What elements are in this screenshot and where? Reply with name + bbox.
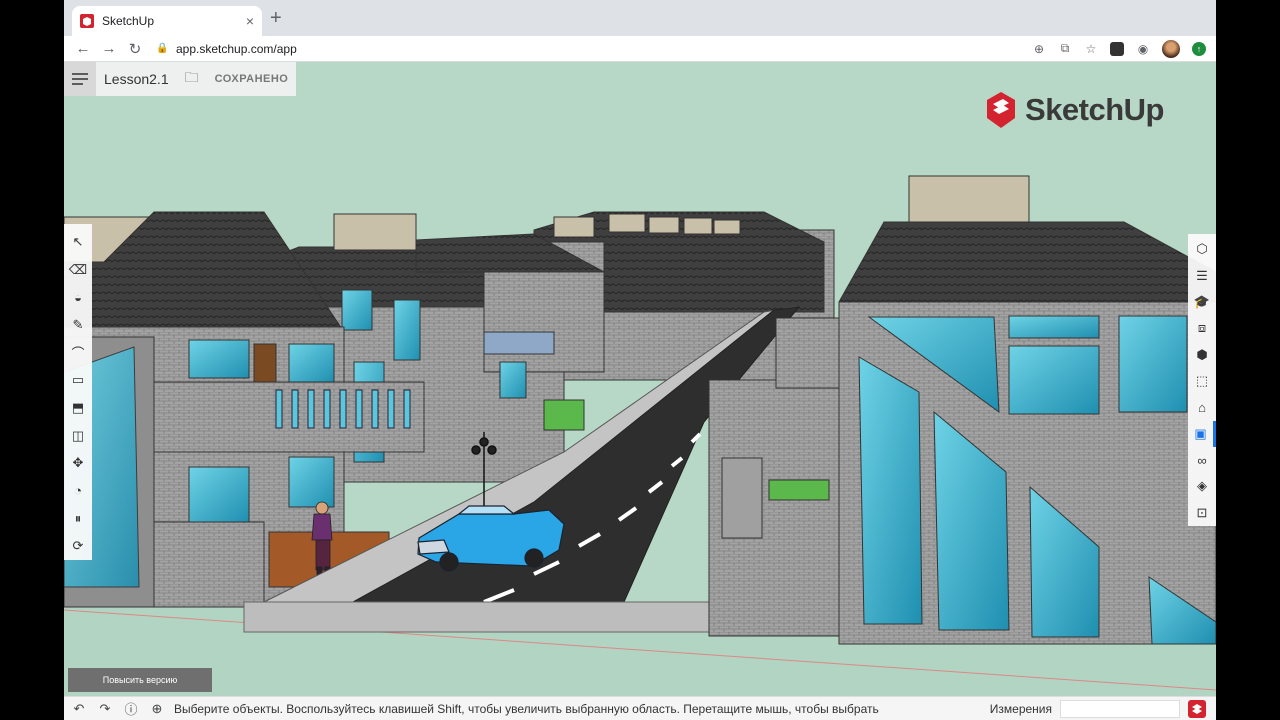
measurements-label: Измерения — [989, 701, 1052, 716]
arc-tool-icon[interactable]: ⌒ — [64, 339, 92, 367]
extension-icon[interactable] — [1110, 41, 1124, 56]
measurements-input[interactable] — [1060, 699, 1180, 718]
styles-icon[interactable]: ⬢ — [1188, 341, 1216, 367]
lock-icon: 🔒 — [156, 43, 169, 54]
tab-title: SketchUp — [102, 14, 155, 28]
status-bar: ↶ ↷ ⓘ ⊕ Выберите объекты. Воспользуйтесь… — [64, 696, 1216, 720]
entity-info-icon[interactable]: ⬡ — [1188, 236, 1216, 262]
user-avatar[interactable] — [1162, 39, 1180, 58]
star-icon[interactable]: ☆ — [1078, 42, 1104, 56]
move-tool-icon[interactable]: ✥ — [64, 449, 92, 477]
menu-icon — [72, 73, 88, 85]
browser-tabbar: SketchUp × + — [64, 0, 1216, 36]
update-icon[interactable]: ↑ — [1192, 41, 1206, 56]
sketchup-favicon-icon — [80, 14, 94, 28]
solar-icon[interactable]: ⊡ — [1188, 500, 1216, 526]
new-tab-button[interactable]: + — [270, 8, 282, 28]
globe-icon[interactable]: ⊕ — [144, 701, 170, 717]
translate-icon[interactable]: ⧉ — [1052, 41, 1078, 56]
orbit-tool-icon[interactable]: ⟳ — [64, 532, 92, 560]
browser-tab[interactable]: SketchUp × — [72, 6, 262, 36]
instructor-icon[interactable]: ☰ — [1188, 262, 1216, 288]
shadows-icon[interactable]: ◈ — [1188, 473, 1216, 499]
tape-measure-tool-icon[interactable]: ◔ — [64, 477, 92, 505]
sketchup-status-icon — [1188, 699, 1206, 718]
back-arrow-icon[interactable]: ← — [70, 40, 96, 57]
url-text: app.sketchup.com/app — [176, 41, 297, 56]
main-menu-button[interactable] — [64, 62, 96, 96]
scenes-icon[interactable]: ▣ — [1188, 420, 1216, 447]
left-toolbar: ↖ ⌫ ◒ ✎ ⌒ ▭ ⬒ ◫ ✥ ◔ ⏸ ⟳ — [64, 224, 92, 560]
display-icon[interactable]: ∞ — [1188, 447, 1216, 473]
profile-icon[interactable]: ◉ — [1130, 42, 1156, 56]
components-icon[interactable]: 🎓 — [1188, 289, 1216, 315]
help-icon[interactable]: ⓘ — [118, 699, 144, 718]
forward-arrow-icon[interactable]: → — [96, 40, 122, 57]
app-frame: SketchUp × + ← → ↻ 🔒 app.sketchup.com/ap… — [64, 0, 1216, 720]
outliner-icon[interactable]: ⬚ — [1188, 368, 1216, 394]
logo-wordmark: SketchUp — [1025, 92, 1164, 127]
undo-icon[interactable]: ↶ — [66, 701, 92, 717]
model-viewport[interactable]: Lesson2.1 🗀 СОХРАНЕНО SketchUp ↖ ⌫ ◒ ✎ ⌒… — [64, 62, 1216, 696]
add-icon[interactable]: ⊕ — [1026, 42, 1052, 56]
save-status: СОХРАНЕНО — [214, 73, 289, 85]
right-panel-toolbar: ⬡ ☰ 🎓 ⧈ ⬢ ⬚ ⌂ ▣ ∞ ◈ ⊡ — [1188, 234, 1216, 526]
status-hint: Выберите объекты. Воспользуйтесь клавише… — [174, 701, 879, 716]
select-tool-icon[interactable]: ↖ — [64, 228, 92, 256]
sketchup-logo-icon — [987, 92, 1016, 128]
push-pull-tool-icon[interactable]: ⬒ — [64, 394, 92, 422]
sketchup-logo: SketchUp — [983, 90, 1164, 130]
file-toolbar: Lesson2.1 🗀 СОХРАНЕНО — [64, 62, 297, 96]
tags-icon[interactable]: ⌂ — [1188, 394, 1216, 420]
rectangle-tool-icon[interactable]: ▭ — [64, 366, 92, 394]
address-bar: ← → ↻ 🔒 app.sketchup.com/app ⊕ ⧉ ☆ ◉ ↑ — [64, 36, 1216, 62]
pencil-tool-icon[interactable]: ✎ — [64, 311, 92, 339]
eraser-tool-icon[interactable]: ⌫ — [64, 256, 92, 284]
walk-tool-icon[interactable]: ⏸ — [64, 505, 92, 533]
street-scene-model — [64, 175, 1216, 696]
offset-tool-icon[interactable]: ◫ — [64, 422, 92, 450]
materials-icon[interactable]: ⧈ — [1188, 315, 1216, 341]
redo-icon[interactable]: ↷ — [92, 701, 118, 717]
file-name[interactable]: Lesson2.1 — [96, 71, 181, 87]
url-field[interactable]: 🔒 app.sketchup.com/app — [156, 38, 1026, 60]
upgrade-button[interactable]: Повысить версию — [68, 668, 212, 692]
reload-icon[interactable]: ↻ — [122, 40, 148, 58]
folder-icon[interactable]: 🗀 — [181, 67, 203, 91]
close-tab-icon[interactable]: × — [246, 13, 254, 29]
paint-bucket-tool-icon[interactable]: ◒ — [64, 283, 92, 311]
